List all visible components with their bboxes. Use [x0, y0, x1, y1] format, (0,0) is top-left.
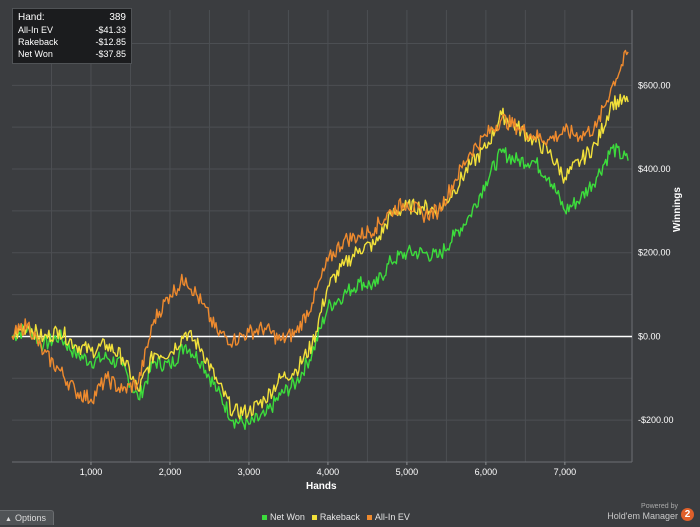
tooltip-row-net-won: Net Won -$37.85 — [18, 48, 126, 60]
series-line-rakeback — [11, 93, 629, 420]
x-tick-label: 2,000 — [159, 467, 182, 477]
legend-item-rakeback[interactable]: Rakeback — [311, 512, 360, 522]
legend-item-net-won[interactable]: Net Won — [262, 512, 305, 522]
legend-label: Rakeback — [319, 512, 360, 522]
y-axis-title: Winnings — [672, 187, 683, 232]
tooltip-row-rakeback: Rakeback -$12.85 — [18, 36, 126, 48]
legend-swatch — [366, 514, 372, 520]
y-tick-label: $400.00 — [638, 164, 671, 174]
options-label: Options — [14, 513, 46, 523]
grid — [12, 10, 633, 463]
series-lines — [11, 49, 629, 430]
legend-item-all-in-ev[interactable]: All-In EV — [366, 512, 410, 522]
y-tick-label: -$200.00 — [638, 415, 674, 425]
legend-swatch — [262, 514, 267, 520]
brand-name: Hold'em Manager — [607, 511, 678, 521]
x-tick-label: 5,000 — [396, 467, 419, 477]
x-axis-ticks: 1,000 2,000 3,000 4,000 5,000 6,000 7,000 — [80, 462, 576, 477]
series-line-all-in-ev — [11, 49, 629, 405]
x-tick-label: 3,000 — [238, 467, 261, 477]
legend-label: All-In EV — [374, 512, 410, 522]
tooltip-value: -$12.85 — [95, 37, 126, 47]
tooltip-row-hand: Hand: 389 — [18, 12, 126, 24]
legend-swatch — [311, 514, 317, 520]
chevron-up-icon: ▲ — [5, 516, 12, 523]
x-tick-label: 6,000 — [475, 467, 498, 477]
tooltip-row-allin-ev: All-In EV -$41.33 — [18, 24, 126, 36]
options-button[interactable]: ▲ Options — [0, 510, 54, 525]
tooltip-label: Rakeback — [18, 37, 59, 47]
tooltip-value: 389 — [109, 12, 126, 23]
winnings-chart: 1,000 2,000 3,000 4,000 5,000 6,000 7,000 -$20… — [11, 10, 674, 477]
y-tick-label: $0.00 — [638, 331, 661, 341]
x-axis-title: Hands — [306, 481, 337, 492]
tooltip-label: Net Won — [18, 49, 53, 59]
y-axis-ticks: -$200.00 $0.00 $200.00 $400.00 $600.00 — [638, 80, 674, 425]
legend: Net Won Rakeback All-In EV — [262, 512, 410, 522]
x-tick-label: 4,000 — [317, 467, 340, 477]
tooltip-value: -$37.85 — [95, 49, 126, 59]
powered-by-text: Powered by — [641, 503, 678, 510]
tooltip-value: -$41.33 — [95, 25, 126, 35]
legend-label: Net Won — [270, 512, 305, 522]
hem-logo-icon: 2 — [681, 508, 694, 521]
hand-tooltip: Hand: 389 All-In EV -$41.33 Rakeback -$1… — [12, 8, 132, 64]
branding: Powered by Hold'em Manager — [607, 503, 678, 522]
y-tick-label: $600.00 — [638, 80, 671, 90]
y-tick-label: $200.00 — [638, 248, 671, 258]
x-tick-label: 7,000 — [554, 467, 577, 477]
tooltip-label: Hand: — [18, 12, 45, 23]
x-tick-label: 1,000 — [80, 467, 103, 477]
series-line-net-won — [11, 143, 629, 430]
tooltip-label: All-In EV — [18, 25, 54, 35]
